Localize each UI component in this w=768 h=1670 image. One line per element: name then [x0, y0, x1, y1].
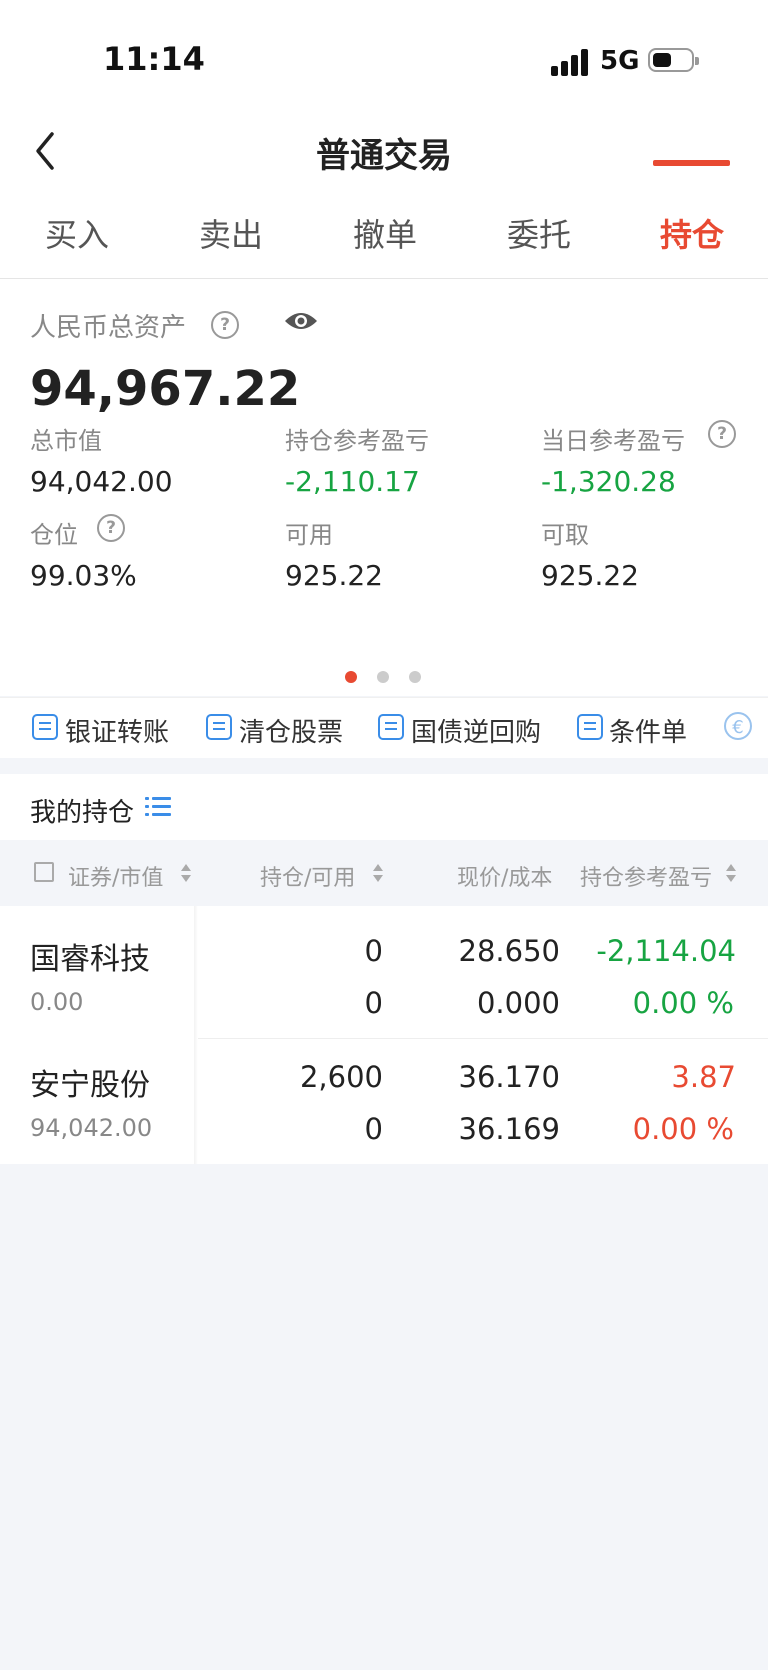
- chart-clear-icon: [206, 714, 232, 740]
- stat-label: 总市值: [30, 427, 102, 455]
- status-bar: 11:14 5G: [0, 0, 768, 110]
- column-pnl[interactable]: 持仓参考盈亏: [580, 860, 712, 892]
- repo-icon: [378, 714, 404, 740]
- stat-value: -1,320.28: [541, 465, 676, 498]
- tab-orders[interactable]: 委托: [507, 210, 571, 256]
- edit-icon[interactable]: [34, 862, 54, 882]
- active-tab-indicator: [653, 160, 730, 166]
- cost-price: 0.000: [476, 986, 560, 1020]
- position-qty: 2,600: [299, 1060, 383, 1094]
- table-row[interactable]: 安宁股份 94,042.00 2,600 0 36.170 36.169 3.8…: [0, 1040, 768, 1164]
- pnl-value: 3.87: [671, 1060, 736, 1094]
- nav-bar: 普通交易 买入 卖出 撤单 委托 持仓: [0, 110, 768, 280]
- condition-order-icon: [577, 714, 603, 740]
- available-qty: 0: [364, 1112, 383, 1146]
- stat-value: -2,110.17: [285, 465, 420, 498]
- tab-sell[interactable]: 卖出: [199, 210, 263, 256]
- battery-icon: [648, 48, 699, 72]
- security-name: 安宁股份: [30, 1068, 150, 1103]
- tab-cancel[interactable]: 撤单: [353, 210, 417, 256]
- page-title: 普通交易: [316, 136, 452, 176]
- market-value: 0.00: [30, 988, 84, 1016]
- current-price: 28.650: [458, 934, 560, 968]
- stat-label: 可取: [541, 521, 589, 549]
- page-dot: [345, 671, 357, 683]
- help-icon[interactable]: ?: [708, 420, 736, 448]
- stat-label: 仓位: [30, 521, 78, 549]
- help-icon[interactable]: ?: [97, 514, 125, 542]
- market-value: 94,042.00: [30, 1114, 153, 1142]
- table-row[interactable]: 国睿科技 0.00 0 0 28.650 0.000 -2,114.04 0.0…: [0, 906, 768, 1030]
- asset-summary-card[interactable]: 人民币总资产 ? 94,967.22 总市值 94,042.00 持仓参考盈亏 …: [0, 279, 768, 696]
- pnl-percent: 0.00 %: [632, 1112, 734, 1146]
- available-qty: 0: [364, 986, 383, 1020]
- pnl-value: -2,114.04: [596, 934, 736, 968]
- pnl-percent: 0.00 %: [632, 986, 734, 1020]
- sort-icon[interactable]: [373, 864, 383, 882]
- frozen-column-shadow: [194, 906, 198, 1164]
- tab-buy[interactable]: 买入: [45, 210, 109, 256]
- page-dot: [377, 671, 389, 683]
- page-dot: [409, 671, 421, 683]
- transfer-icon: [32, 714, 58, 740]
- status-time: 11:14: [103, 40, 205, 78]
- cellular-signal-icon: [551, 48, 591, 76]
- eye-icon[interactable]: [283, 309, 319, 333]
- holdings-header: 我的持仓: [0, 774, 768, 840]
- position-qty: 0: [364, 934, 383, 968]
- stat-label: 可用: [285, 521, 333, 549]
- stat-value: 925.22: [541, 559, 639, 592]
- quick-tools: 银证转账 清仓股票 国债逆回购 条件单 €: [0, 697, 768, 758]
- current-price: 36.170: [458, 1060, 560, 1094]
- tool-bank-transfer[interactable]: 银证转账: [65, 712, 169, 749]
- page-indicator: [345, 671, 425, 685]
- column-price[interactable]: 现价/成本: [457, 860, 552, 892]
- holdings-column-header: 证券/市值 持仓/可用 现价/成本 持仓参考盈亏: [0, 840, 768, 906]
- holdings-title: 我的持仓: [30, 798, 135, 828]
- column-position[interactable]: 持仓/可用: [260, 860, 355, 892]
- total-asset-label: 人民币总资产: [30, 313, 187, 343]
- sort-icon[interactable]: [181, 864, 191, 882]
- total-asset-value: 94,967.22: [30, 361, 301, 417]
- list-icon[interactable]: [145, 796, 171, 818]
- security-name: 国睿科技: [30, 942, 150, 977]
- column-security[interactable]: 证券/市值: [68, 860, 163, 892]
- stat-label: 持仓参考盈亏: [285, 427, 429, 455]
- euro-icon[interactable]: €: [724, 712, 752, 740]
- stat-label: 当日参考盈亏: [541, 427, 685, 455]
- stat-value: 94,042.00: [30, 465, 173, 498]
- sort-icon[interactable]: [726, 864, 736, 882]
- tool-condition-order[interactable]: 条件单: [609, 712, 687, 749]
- tool-reverse-repo[interactable]: 国债逆回购: [411, 712, 541, 749]
- row-divider: [198, 1038, 768, 1039]
- help-icon[interactable]: ?: [211, 311, 239, 339]
- stat-value: 99.03%: [30, 559, 137, 592]
- holdings-table: 国睿科技 0.00 0 0 28.650 0.000 -2,114.04 0.0…: [0, 906, 768, 1164]
- trade-tabs: 买入 卖出 撤单 委托 持仓: [0, 210, 768, 270]
- network-type: 5G: [600, 46, 640, 76]
- stat-value: 925.22: [285, 559, 383, 592]
- cost-price: 36.169: [458, 1112, 560, 1146]
- tab-holdings[interactable]: 持仓: [660, 210, 724, 256]
- tool-clear-stocks[interactable]: 清仓股票: [239, 712, 343, 749]
